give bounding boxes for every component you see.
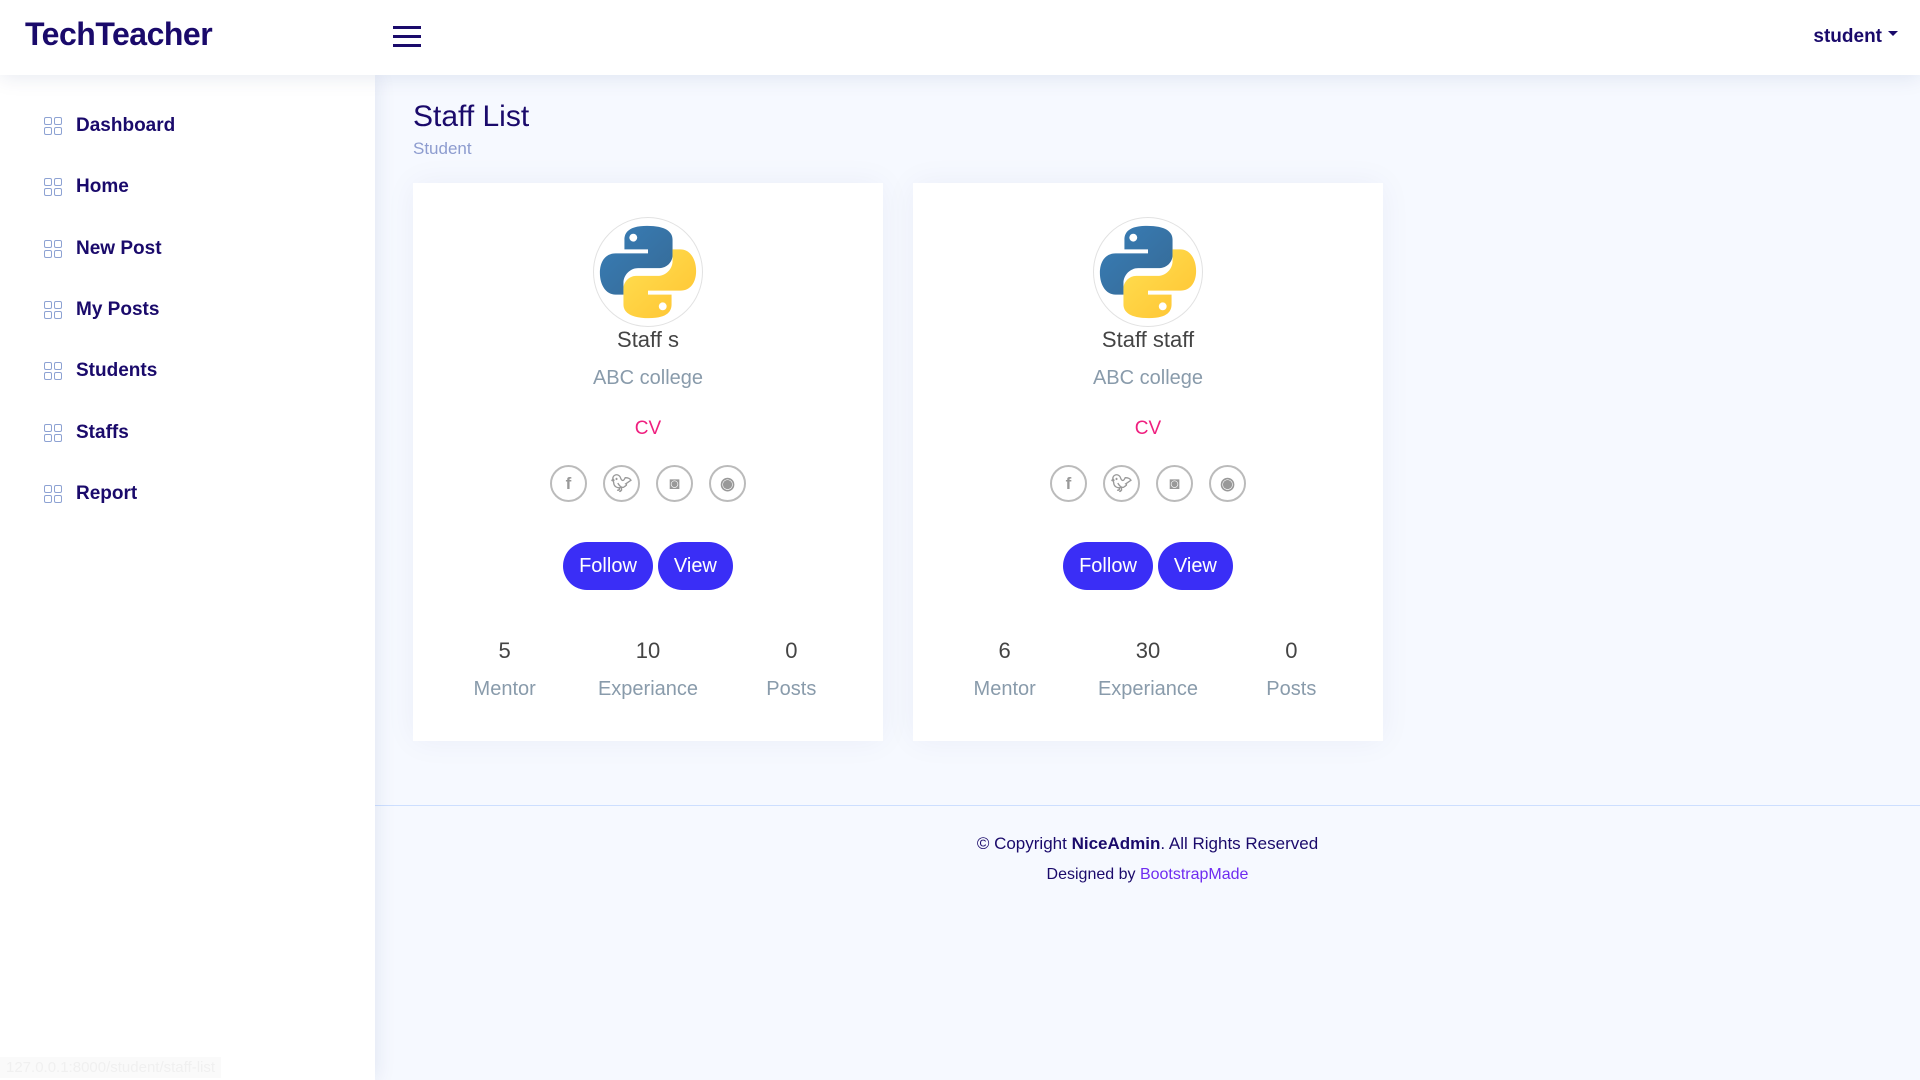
grid-icon	[44, 178, 62, 197]
view-button[interactable]: View	[1157, 542, 1233, 590]
grid-icon	[44, 239, 62, 258]
sidebar-item-dashboard[interactable]: Dashboard	[44, 115, 175, 137]
stat-value: 6	[998, 638, 1011, 663]
designed-by: Designed by BootstrapMade	[375, 866, 1920, 884]
follow-button[interactable]: Follow	[563, 542, 653, 590]
staff-stats: 6 Mentor 30 Experiance 0 Posts	[913, 638, 1383, 701]
stat-value: 0	[785, 638, 798, 663]
social-links: f 🐦︎ ◙ ◉	[413, 465, 883, 502]
stat-label: Experiance	[597, 678, 699, 700]
brand-name: NiceAdmin	[1071, 834, 1161, 853]
stat-label: Mentor	[973, 678, 1036, 700]
view-button[interactable]: View	[657, 542, 733, 590]
status-bar-url: 127.0.0.1:8000/student/staff-list	[0, 1057, 222, 1078]
sidebar-item-label: Home	[76, 176, 129, 198]
sidebar-item-students[interactable]: Students	[44, 360, 157, 382]
staff-name: Staff staff	[1101, 327, 1195, 352]
sidebar-item-label: Staffs	[76, 421, 129, 443]
facebook-icon[interactable]: f	[1050, 465, 1087, 502]
staff-college: ABC college	[592, 367, 704, 389]
stat-value: 30	[1135, 638, 1161, 663]
copyright-prefix: © Copyright	[976, 834, 1072, 853]
twitter-icon[interactable]: 🐦︎	[603, 465, 640, 502]
page-title: Staff List	[413, 100, 530, 133]
stat-posts: 0 Posts	[726, 638, 856, 701]
breadcrumb[interactable]: Student	[413, 139, 472, 159]
staff-card: Staff s ABC college CV f 🐦︎ ◙ ◉ Follow Vi…	[413, 183, 883, 741]
sidebar-item-new-post[interactable]: New Post	[44, 238, 162, 260]
sidebar: Dashboard Home New Post My Posts Students Sta…	[0, 75, 375, 1080]
copyright-suffix: . All Rights Reserved	[1160, 834, 1319, 853]
menu-toggle-icon[interactable]	[393, 26, 421, 48]
copyright: © Copyright NiceAdmin. All Rights Reserv…	[375, 834, 1920, 854]
grid-icon	[44, 300, 62, 319]
stat-value: 0	[1285, 638, 1298, 663]
stat-label: Posts	[766, 678, 817, 700]
sidebar-item-home[interactable]: Home	[44, 176, 129, 198]
sidebar-item-label: New Post	[76, 237, 162, 259]
cv-link[interactable]: CV	[913, 418, 1383, 440]
stat-mentor: 6 Mentor	[940, 638, 1070, 701]
sidebar-item-staffs[interactable]: Staffs	[44, 422, 129, 444]
instagram-icon[interactable]: ◙	[1156, 465, 1193, 502]
logo[interactable]: TechTeacher	[25, 16, 213, 53]
grid-icon	[44, 362, 62, 381]
staff-college: ABC college	[1092, 367, 1204, 389]
footer-divider	[375, 805, 1920, 806]
cv-link[interactable]: CV	[413, 418, 883, 440]
stat-label: Mentor	[473, 678, 536, 700]
github-icon[interactable]: ◉	[709, 465, 746, 502]
sidebar-item-my-posts[interactable]: My Posts	[44, 299, 159, 321]
sidebar-item-label: Dashboard	[76, 115, 176, 136]
stat-experiance: 30 Experiance	[1083, 638, 1213, 701]
grid-icon	[44, 117, 62, 135]
github-icon[interactable]: ◉	[1209, 465, 1246, 502]
python-avatar-icon	[1093, 217, 1203, 327]
sidebar-item-label: Report	[76, 482, 138, 504]
social-links: f 🐦︎ ◙ ◉	[913, 465, 1383, 502]
twitter-icon[interactable]: 🐦︎	[1103, 465, 1140, 502]
staff-card: Staff staff ABC college CV f 🐦︎ ◙ ◉ Foll…	[913, 183, 1383, 741]
stat-mentor: 5 Mentor	[440, 638, 570, 701]
facebook-icon[interactable]: f	[550, 465, 587, 502]
designer-link[interactable]: BootstrapMade	[1140, 866, 1249, 883]
designed-prefix: Designed by	[1046, 866, 1140, 883]
sidebar-item-label: My Posts	[76, 298, 160, 320]
stat-posts: 0 Posts	[1226, 638, 1356, 701]
stat-experiance: 10 Experiance	[583, 638, 713, 701]
top-header: TechTeacher student	[0, 0, 1920, 75]
instagram-icon[interactable]: ◙	[656, 465, 693, 502]
sidebar-item-report[interactable]: Report	[44, 483, 137, 505]
grid-icon	[44, 484, 62, 503]
stat-label: Experiance	[1097, 678, 1199, 700]
stat-value: 5	[498, 638, 511, 663]
user-dropdown[interactable]: student	[1813, 26, 1898, 48]
python-avatar-icon	[593, 217, 703, 327]
sidebar-item-label: Students	[76, 360, 158, 382]
stat-label: Posts	[1266, 678, 1317, 700]
staff-name: Staff s	[617, 327, 679, 352]
staff-stats: 5 Mentor 10 Experiance 0 Posts	[413, 638, 883, 701]
stat-value: 10	[635, 638, 661, 663]
grid-icon	[44, 423, 62, 442]
follow-button[interactable]: Follow	[1063, 542, 1153, 590]
